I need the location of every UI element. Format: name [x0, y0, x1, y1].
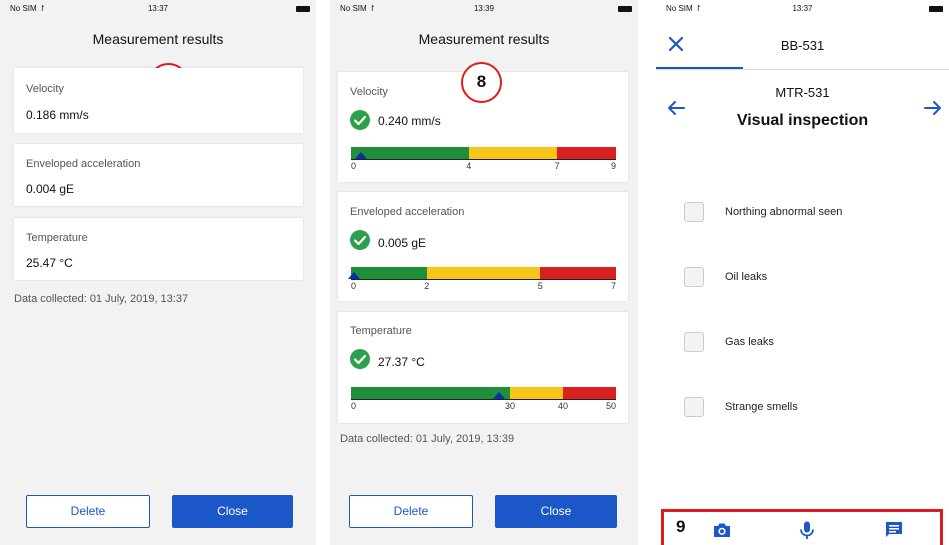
scale-tick-label: 0 [351, 401, 357, 411]
delete-button[interactable]: Delete [349, 495, 473, 528]
page-title: Measurement results [92, 31, 224, 47]
check-icon [350, 230, 370, 250]
delete-button[interactable]: Delete [26, 495, 150, 528]
battery-icon [618, 6, 632, 12]
annotation-badge: 8 [461, 62, 502, 103]
velocity-card: Velocity 0.186 mm/s [14, 68, 303, 133]
data-collected-label: Data collected: 01 July, 2019, 13:37 [14, 293, 189, 305]
close-button[interactable]: Close [172, 495, 293, 528]
card-label: Temperature [26, 232, 88, 244]
scale-tick-label: 0 [351, 161, 357, 171]
scale-tick-label: 50 [606, 401, 617, 411]
page-title: Visual inspection [736, 112, 869, 129]
checklist-label: Oil leaks [725, 271, 768, 283]
reading-marker [348, 272, 361, 279]
green-band [351, 267, 427, 279]
status-time: 13:39 [473, 4, 495, 13]
scale-tick-label: 7 [554, 161, 560, 171]
temperature-card: Temperature 27.37 °C 0 30 40 50 [338, 312, 628, 423]
scale-baseline [351, 159, 616, 160]
card-label: Temperature [350, 325, 412, 337]
checkbox[interactable] [684, 397, 704, 417]
nav-bar: BB-531 [656, 16, 949, 70]
status-time: 13:37 [792, 4, 813, 13]
enveloped-acceleration-card: Enveloped acceleration 0.004 gE [14, 144, 303, 206]
temperature-card: Temperature 25.47 °C [14, 218, 303, 280]
visual-inspection-screen: No SIM ↾ 13:37 BB-531 MTR-531 Visual ins… [656, 0, 949, 545]
scale-tick-label: 5 [537, 281, 543, 291]
card-label: Enveloped acceleration [350, 206, 465, 218]
card-value: 25.47 °C [26, 256, 73, 270]
enveloped-acceleration-card: Enveloped acceleration 0.005 gE 0 2 5 7 [338, 192, 628, 301]
nav-title: BB-531 [780, 38, 825, 53]
threshold-scale: 0 2 5 7 [348, 267, 616, 291]
annotation-number: 9 [676, 517, 686, 536]
scale-baseline [351, 279, 616, 280]
checklist-label: Strange smells [725, 401, 798, 413]
reading-marker [493, 392, 506, 399]
close-button[interactable]: Close [495, 495, 617, 528]
card-label: Velocity [350, 86, 388, 98]
battery-icon [929, 6, 943, 12]
page-title: Measurement results [418, 31, 550, 47]
yellow-band [426, 267, 541, 279]
red-band [563, 387, 616, 399]
threshold-scale: 0 4 7 9 [351, 147, 616, 171]
scale-tick-label: 4 [466, 161, 472, 171]
status-bar: No SIM ↾ 13:37 [656, 0, 949, 16]
checkbox[interactable] [684, 202, 704, 222]
threshold-scale: 0 30 40 50 [351, 387, 616, 411]
card-value: 0.240 mm/s [378, 114, 441, 128]
red-band [540, 267, 616, 279]
checkbox[interactable] [684, 332, 704, 352]
yellow-band [510, 387, 563, 399]
scale-tick-label: 0 [351, 281, 357, 291]
yellow-band [468, 147, 558, 159]
arrow-right-icon[interactable] [923, 100, 943, 116]
camera-icon[interactable] [712, 520, 732, 540]
green-band [351, 147, 469, 159]
green-band [351, 387, 510, 399]
card-value: 0.004 gE [26, 182, 75, 196]
measurement-results-screen-1: No SIM ↾ 13:37 Measurement results 7 Vel… [0, 0, 316, 545]
scale-tick-label: 7 [611, 281, 617, 291]
check-icon [350, 349, 370, 369]
scale-tick-label: 30 [505, 401, 516, 411]
card-label: Enveloped acceleration [26, 158, 141, 170]
checklist-label: Northing abnormal seen [725, 206, 843, 218]
data-collected-label: Data collected: 01 July, 2019, 13:39 [340, 433, 515, 445]
card-value: 0.005 gE [378, 236, 427, 250]
reading-marker [355, 152, 368, 159]
scale-tick-label: 9 [611, 161, 617, 171]
bottom-toolbar: 9 [661, 509, 943, 545]
check-icon [350, 110, 370, 130]
battery-icon [296, 6, 310, 12]
status-bar: No SIM ↾ 13:37 [0, 0, 316, 16]
checkbox[interactable] [684, 267, 704, 287]
scale-baseline [351, 399, 616, 400]
microphone-icon[interactable] [797, 520, 817, 540]
card-value: 27.37 °C [378, 355, 425, 369]
status-time: 13:37 [147, 4, 169, 13]
divider [656, 69, 949, 70]
scale-tick-label: 2 [424, 281, 430, 291]
scale-tick-label: 40 [558, 401, 569, 411]
status-bar: No SIM ↾ 13:39 [330, 0, 638, 16]
card-value: 0.186 mm/s [26, 108, 89, 122]
checklist-label: Gas leaks [725, 336, 774, 348]
comment-icon[interactable] [884, 520, 904, 540]
asset-id: MTR-531 [775, 85, 830, 100]
red-band [557, 147, 616, 159]
card-label: Velocity [26, 83, 64, 95]
measurement-results-screen-2: No SIM ↾ 13:39 Measurement results Veloc… [330, 0, 638, 545]
